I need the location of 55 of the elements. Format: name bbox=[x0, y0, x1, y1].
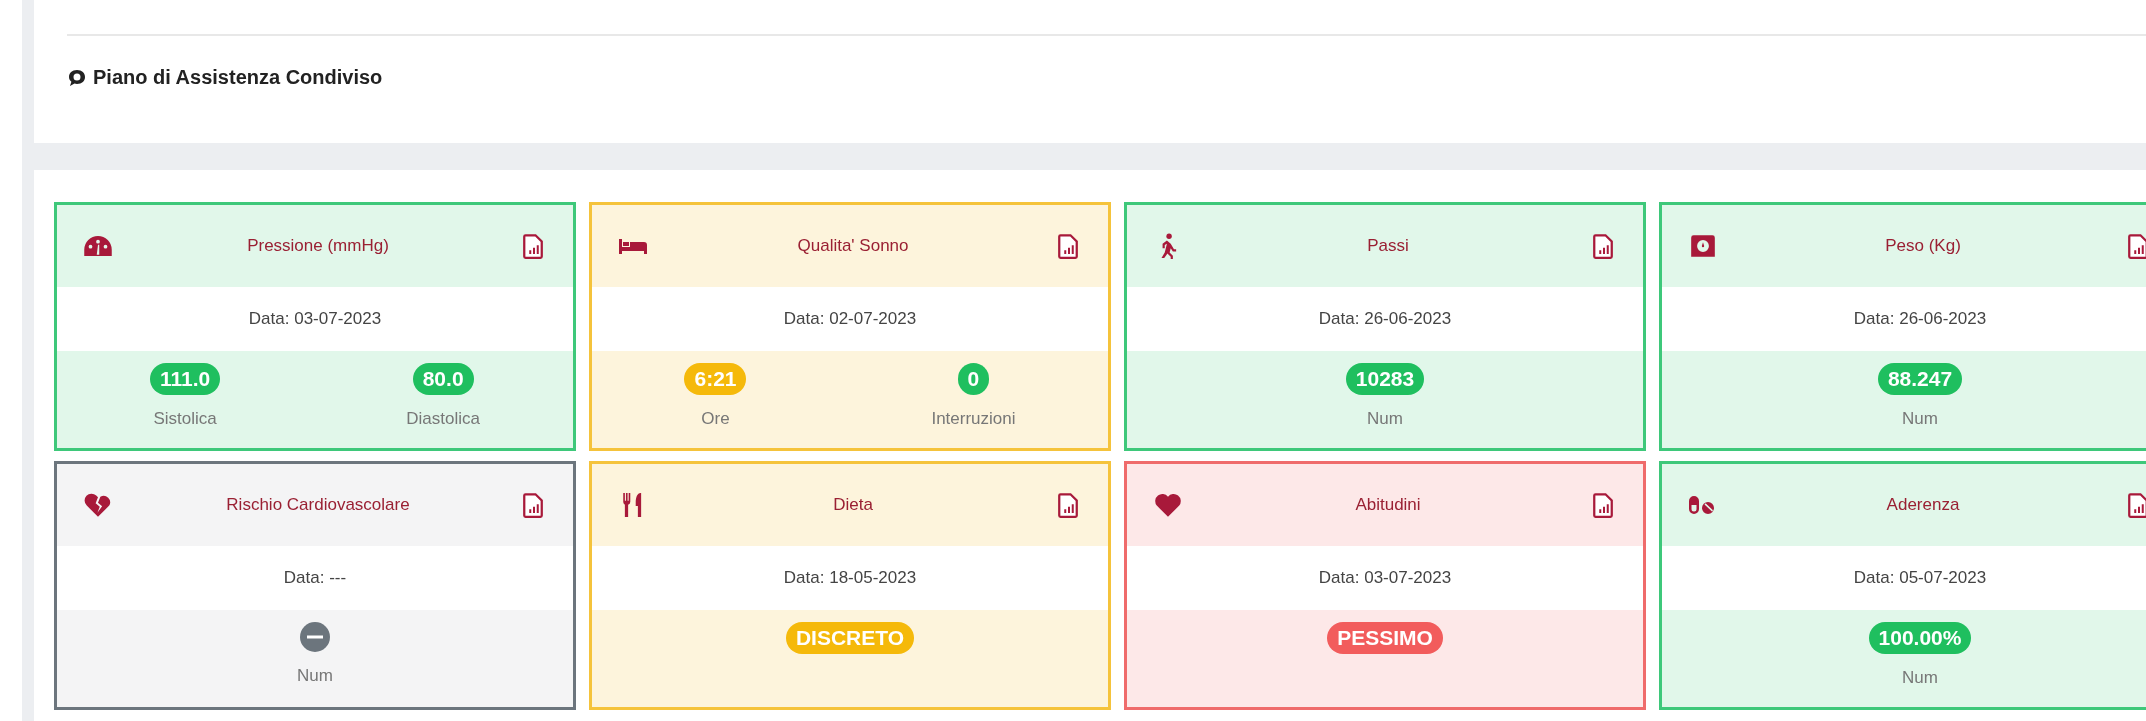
value-label: Num bbox=[1902, 409, 1938, 429]
metric-card[interactable]: Qualita' Sonno Data: 02-07-2023 6:21 Ore 0 Interruzioni bbox=[589, 202, 1111, 451]
value-label: Num bbox=[1902, 668, 1938, 688]
value-label: Num bbox=[297, 666, 333, 686]
value-badge: 88.247 bbox=[1877, 363, 1963, 395]
chart-report-icon[interactable] bbox=[523, 233, 543, 259]
value-badge: 6:21 bbox=[684, 363, 747, 395]
chart-report-icon[interactable] bbox=[1058, 492, 1078, 518]
chart-report-icon[interactable] bbox=[523, 492, 543, 518]
value-label: Diastolica bbox=[406, 409, 480, 429]
value-label: Num bbox=[1367, 409, 1403, 429]
card-title: Aderenza bbox=[1885, 495, 1961, 515]
broken-heart-icon bbox=[83, 492, 113, 518]
card-title: Rischio Cardiovascolare bbox=[225, 495, 411, 515]
comment-icon bbox=[67, 67, 87, 88]
metric-card[interactable]: Rischio Cardiovascolare Data: --- Num bbox=[54, 461, 576, 710]
date-label: Data: 26-06-2023 bbox=[1662, 287, 2146, 351]
date-label: Data: 02-07-2023 bbox=[592, 287, 1108, 351]
date-label: Data: 03-07-2023 bbox=[1127, 546, 1643, 610]
chart-report-icon[interactable] bbox=[1058, 233, 1078, 259]
chart-report-icon[interactable] bbox=[1593, 492, 1613, 518]
value-badge: 80.0 bbox=[412, 363, 474, 395]
date-label: Data: 03-07-2023 bbox=[57, 287, 573, 351]
date-label: Data: --- bbox=[57, 546, 573, 610]
value-badge: PESSIMO bbox=[1327, 622, 1443, 654]
metric-card[interactable]: Aderenza Data: 05-07-2023 100.00% Num bbox=[1659, 461, 2146, 710]
date-label: Data: 05-07-2023 bbox=[1662, 546, 2146, 610]
value-badge: 111.0 bbox=[150, 363, 221, 395]
chart-report-icon[interactable] bbox=[2128, 492, 2146, 518]
date-label: Data: 26-06-2023 bbox=[1127, 287, 1643, 351]
date-label: Data: 18-05-2023 bbox=[592, 546, 1108, 610]
scale-icon bbox=[1688, 233, 1718, 259]
card-title: Peso (Kg) bbox=[1884, 236, 1962, 256]
card-title: Pressione (mmHg) bbox=[246, 236, 390, 256]
metric-card[interactable]: Passi Data: 26-06-2023 10283 Num bbox=[1124, 202, 1646, 451]
card-title: Passi bbox=[1366, 236, 1410, 256]
metric-card[interactable]: Peso (Kg) Data: 26-06-2023 88.247 Num bbox=[1659, 202, 2146, 451]
value-badge: 100.00% bbox=[1868, 622, 1972, 654]
value-badge: 0 bbox=[957, 363, 990, 395]
value-label: Interruzioni bbox=[931, 409, 1016, 429]
chart-report-icon[interactable] bbox=[1593, 233, 1613, 259]
card-title: Dieta bbox=[832, 495, 874, 515]
gauge-icon bbox=[83, 233, 113, 259]
value-badge: 10283 bbox=[1345, 363, 1425, 395]
card-title: Qualita' Sonno bbox=[796, 236, 910, 256]
heart-icon bbox=[1153, 492, 1183, 518]
panel-title: Piano di Assistenza Condiviso bbox=[93, 66, 383, 89]
metric-card[interactable]: Abitudini Data: 03-07-2023 PESSIMO bbox=[1124, 461, 1646, 710]
value-label: Ore bbox=[701, 409, 730, 429]
metric-card[interactable]: Pressione (mmHg) Data: 03-07-2023 111.0 Sistolica 80.0 Diastolica bbox=[54, 202, 576, 451]
value-label: Sistolica bbox=[153, 409, 217, 429]
card-title: Abitudini bbox=[1354, 495, 1422, 515]
metric-card[interactable]: Dieta Data: 18-05-2023 DISCRETO bbox=[589, 461, 1111, 710]
chart-report-icon[interactable] bbox=[2128, 233, 2146, 259]
value-badge: DISCRETO bbox=[785, 622, 915, 654]
